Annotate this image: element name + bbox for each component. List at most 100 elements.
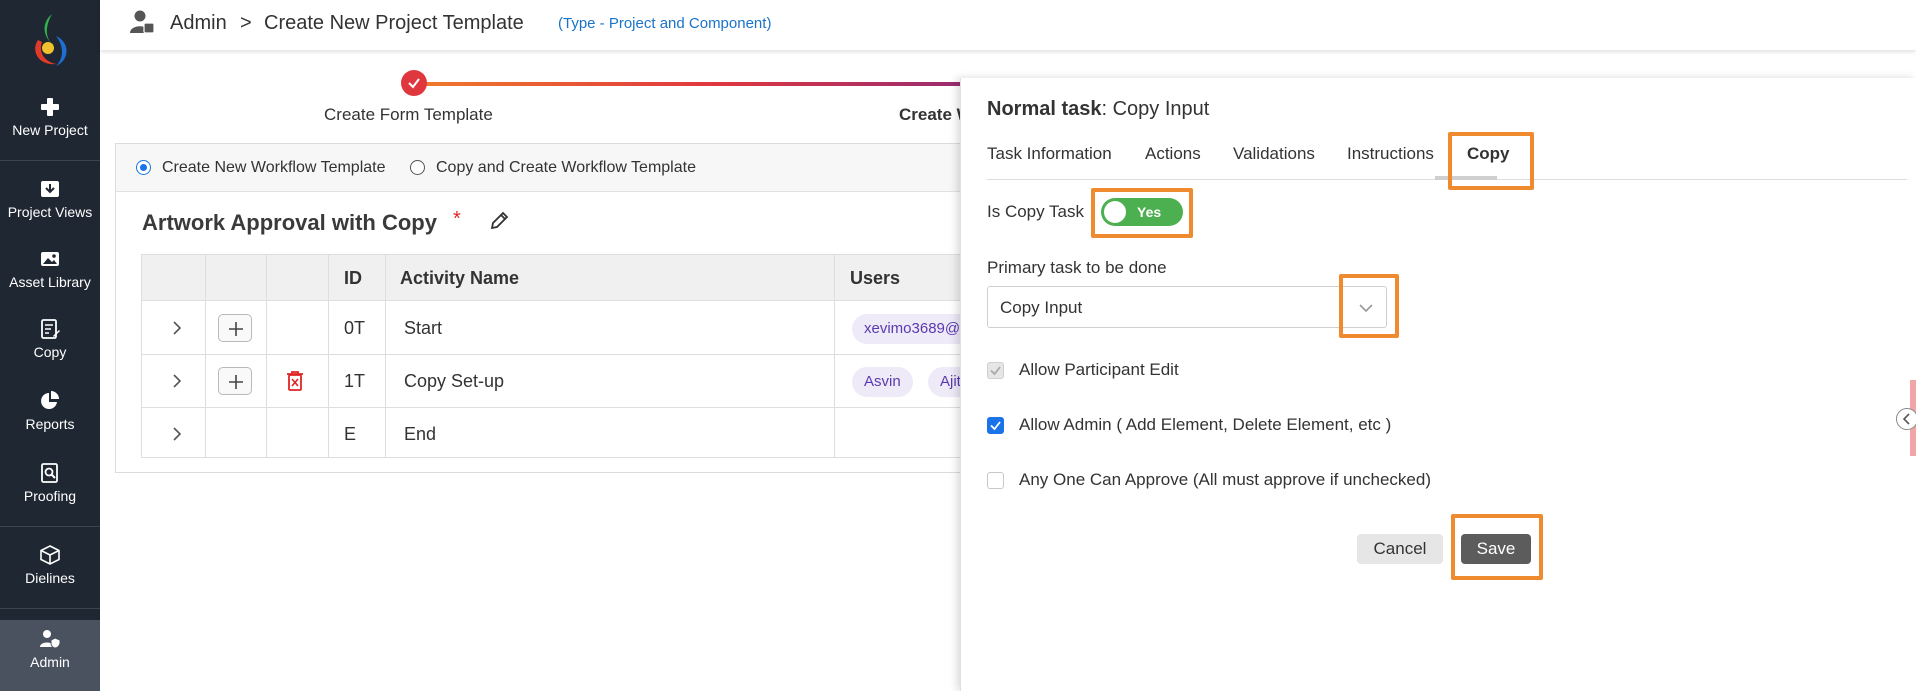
sidebar-item-label: Admin bbox=[30, 654, 70, 670]
sidebar-item-label: Proofing bbox=[23, 488, 77, 504]
admin-user-icon bbox=[130, 10, 154, 34]
cube-icon bbox=[39, 544, 61, 566]
image-icon bbox=[39, 248, 61, 270]
allow-admin-label: Allow Admin ( Add Element, Delete Elemen… bbox=[1019, 415, 1392, 434]
plus-icon bbox=[229, 322, 243, 336]
task-name-label: : Copy Input bbox=[1101, 98, 1210, 120]
sidebar-item-admin[interactable]: Admin bbox=[0, 620, 100, 691]
sidebar-item-new-project[interactable]: New Project bbox=[0, 96, 100, 138]
sidebar: New Project Project Views Asset Library … bbox=[0, 0, 100, 691]
pie-chart-icon bbox=[39, 390, 61, 412]
allow-admin-checkbox[interactable] bbox=[987, 417, 1004, 434]
column-divider bbox=[266, 255, 267, 457]
chevron-right-icon[interactable] bbox=[170, 427, 184, 441]
column-divider bbox=[834, 255, 835, 457]
task-type-label: Normal task bbox=[987, 98, 1102, 120]
activity-name: Copy Set-up bbox=[404, 371, 505, 391]
is-copy-task-label: Is Copy Task bbox=[987, 202, 1085, 221]
sidebar-item-label: Reports bbox=[25, 416, 75, 432]
document-edit-icon bbox=[39, 318, 61, 340]
column-header-id: ID bbox=[344, 268, 362, 288]
checkmark-icon bbox=[990, 366, 1001, 376]
primary-task-select[interactable]: Copy Input bbox=[987, 286, 1387, 328]
sidebar-item-label: Project Views bbox=[7, 204, 93, 220]
sidebar-item-asset-library[interactable]: Asset Library bbox=[0, 248, 100, 290]
template-type-label: (Type - Project and Component) bbox=[558, 15, 772, 32]
add-activity-button[interactable] bbox=[218, 367, 252, 395]
sidebar-item-label: Asset Library bbox=[9, 274, 91, 290]
user-chip: Asvin bbox=[852, 367, 913, 397]
activity-name: Start bbox=[404, 318, 443, 338]
app-logo-icon[interactable] bbox=[26, 10, 74, 70]
column-divider bbox=[385, 255, 386, 457]
sidebar-item-project-views[interactable]: Project Views bbox=[0, 178, 100, 220]
table-row[interactable]: 1T Copy Set-up Asvin Ajit bbox=[142, 355, 1005, 408]
sidebar-divider bbox=[0, 526, 100, 527]
step-1-complete[interactable] bbox=[401, 70, 427, 96]
workflow-activity-table: ID Activity Name Users 0T Start xevimo36… bbox=[141, 254, 1005, 458]
sidebar-item-label: Dielines bbox=[25, 570, 75, 586]
chevron-left-icon bbox=[1902, 413, 1910, 425]
column-header-users: Users bbox=[850, 268, 901, 288]
delete-trash-icon[interactable] bbox=[285, 370, 305, 392]
sidebar-item-label: Copy bbox=[33, 344, 67, 360]
activity-id: 1T bbox=[344, 371, 366, 391]
sidebar-item-proofing[interactable]: Proofing bbox=[0, 462, 100, 504]
breadcrumb-separator: > bbox=[240, 12, 252, 34]
pencil-icon[interactable] bbox=[488, 210, 510, 232]
breadcrumb-admin[interactable]: Admin bbox=[170, 12, 227, 35]
highlight-primary-task-dropdown bbox=[1339, 274, 1399, 338]
highlight-copy-toggle bbox=[1091, 188, 1193, 238]
tab-actions[interactable]: Actions bbox=[1145, 144, 1201, 164]
radio-copy-create-label[interactable]: Copy and Create Workflow Template bbox=[436, 159, 696, 177]
primary-task-value: Copy Input bbox=[1000, 298, 1083, 317]
chevron-right-icon[interactable] bbox=[170, 321, 184, 335]
column-header-activity-name: Activity Name bbox=[400, 268, 520, 288]
sidebar-item-dielines[interactable]: Dielines bbox=[0, 544, 100, 586]
chevron-right-icon[interactable] bbox=[170, 374, 184, 388]
radio-create-new[interactable] bbox=[136, 160, 151, 175]
user-shield-icon bbox=[39, 628, 61, 650]
allow-participant-edit-label: Allow Participant Edit bbox=[1019, 360, 1179, 379]
checkmark-icon bbox=[990, 421, 1001, 431]
column-divider bbox=[328, 255, 329, 457]
allow-participant-edit-checkbox[interactable] bbox=[987, 362, 1004, 379]
sidebar-item-reports[interactable]: Reports bbox=[0, 390, 100, 432]
required-mark: * bbox=[453, 208, 461, 230]
table-row[interactable]: E End bbox=[142, 408, 1005, 457]
plus-icon bbox=[39, 96, 61, 118]
highlight-save-button bbox=[1451, 514, 1543, 580]
sidebar-divider bbox=[0, 608, 100, 609]
highlight-copy-tab bbox=[1448, 132, 1534, 190]
step-1-label: Create Form Template bbox=[324, 105, 493, 124]
any-one-can-approve-label: Any One Can Approve (All must approve if… bbox=[1019, 470, 1431, 489]
magnify-document-icon bbox=[39, 462, 61, 484]
radio-copy-create[interactable] bbox=[410, 160, 425, 175]
tab-validations[interactable]: Validations bbox=[1233, 144, 1315, 164]
sidebar-item-copy[interactable]: Copy bbox=[0, 318, 100, 360]
activity-id: E bbox=[344, 424, 357, 444]
radio-create-new-label[interactable]: Create New Workflow Template bbox=[162, 159, 386, 177]
activity-name: End bbox=[404, 424, 437, 444]
tab-instructions[interactable]: Instructions bbox=[1347, 144, 1434, 164]
tab-task-information[interactable]: Task Information bbox=[987, 144, 1112, 164]
page-title: Create New Project Template bbox=[264, 12, 524, 34]
sidebar-divider bbox=[0, 160, 100, 161]
plus-icon bbox=[229, 375, 243, 389]
any-one-can-approve-checkbox[interactable] bbox=[987, 472, 1004, 489]
workflow-mode-selector: Create New Workflow Template Copy and Cr… bbox=[116, 144, 1004, 192]
panel-tabs: Task Information Actions Validations Ins… bbox=[987, 144, 1907, 180]
collapse-panel-button[interactable] bbox=[1896, 408, 1916, 430]
task-settings-panel: Normal task: Copy Input Task Information… bbox=[960, 78, 1916, 691]
download-box-icon bbox=[39, 178, 61, 200]
stepper-progress-line bbox=[414, 82, 1010, 86]
panel-title: Normal task: Copy Input bbox=[987, 98, 1209, 121]
checkmark-icon bbox=[408, 78, 420, 89]
table-row[interactable]: 0T Start xevimo3689@ bbox=[142, 302, 1005, 355]
workflow-title: Artwork Approval with Copy bbox=[142, 210, 437, 235]
cancel-button[interactable]: Cancel bbox=[1357, 534, 1443, 564]
column-divider bbox=[205, 255, 206, 457]
add-activity-button[interactable] bbox=[218, 314, 252, 342]
table-header: ID Activity Name Users bbox=[142, 255, 1005, 301]
sidebar-item-label: New Project bbox=[12, 122, 88, 138]
